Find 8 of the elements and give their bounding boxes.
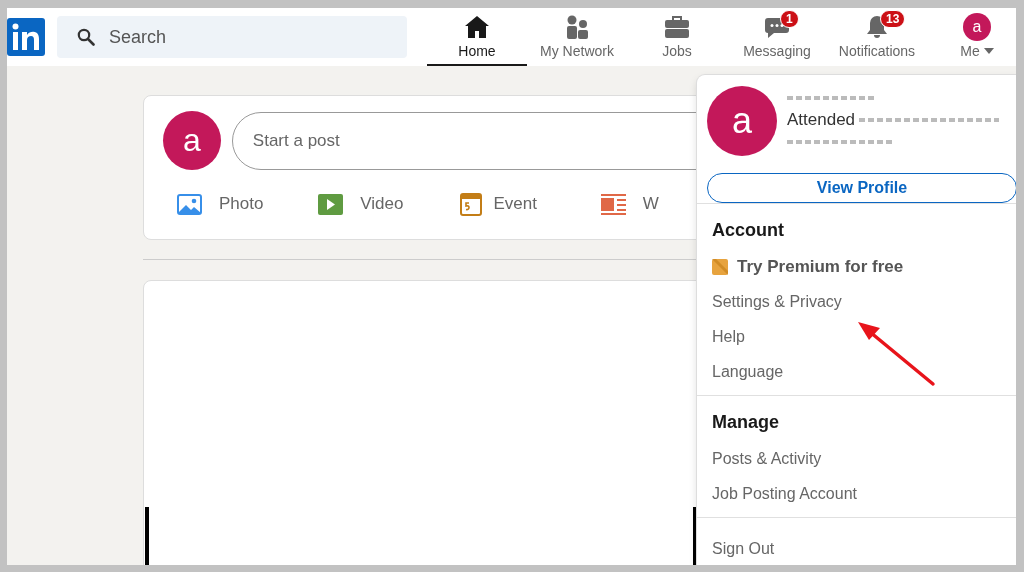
section-heading: Manage	[712, 412, 781, 433]
notification-count: 1	[780, 9, 799, 28]
profile-headline: Attended	[787, 110, 856, 130]
avatar: a	[163, 111, 221, 170]
avatar: a	[963, 12, 991, 41]
avatar: a	[707, 86, 777, 156]
section-heading: Account	[712, 220, 785, 241]
notification-count: 13	[880, 9, 906, 28]
